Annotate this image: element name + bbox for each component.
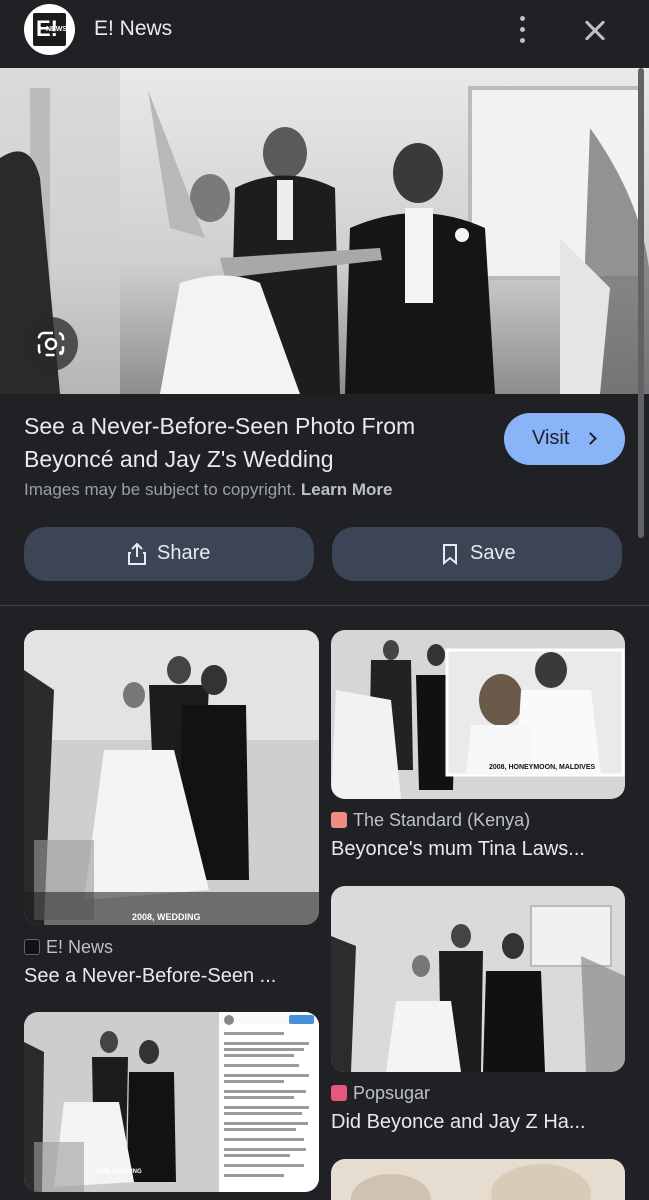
e-news-logo[interactable]: E! NEWS: [24, 4, 75, 55]
related-source[interactable]: The Standard (Kenya): [331, 810, 530, 831]
copyright-notice: Images may be subject to copyright. Lear…: [24, 480, 393, 500]
logo-mark: E! NEWS: [33, 13, 67, 46]
header: E! NEWS E! News: [0, 0, 649, 68]
image-viewer-page: E! NEWS E! News See a Never-Before-Seen …: [0, 0, 649, 1200]
related-photo: [331, 1159, 625, 1200]
result-title[interactable]: See a Never-Before-Seen Photo From Beyon…: [24, 410, 494, 476]
save-label: Save: [470, 542, 516, 564]
related-image[interactable]: [331, 1159, 625, 1200]
scrollbar[interactable]: [638, 68, 644, 538]
lens-search-icon[interactable]: [24, 317, 78, 371]
related-image[interactable]: 2008, WEDDING: [24, 630, 319, 925]
related-image[interactable]: [331, 886, 625, 1072]
chevron-right-icon: [584, 432, 597, 445]
share-button[interactable]: Share: [24, 527, 314, 581]
visit-label: Visit: [532, 427, 570, 449]
related-source[interactable]: Popsugar: [331, 1083, 430, 1104]
more-options-icon[interactable]: [508, 14, 536, 46]
image-overlay-text: 2008, WEDDING: [132, 912, 201, 922]
share-icon: [128, 542, 146, 565]
related-image[interactable]: 2008, HONEYMOON, MALDIVES: [331, 630, 625, 799]
related-photo: [331, 630, 625, 799]
related-photo: [24, 1012, 319, 1192]
source-name: The Standard (Kenya): [353, 810, 531, 830]
divider: [0, 605, 649, 606]
e-news-favicon: [24, 939, 40, 955]
source-name: Popsugar: [353, 1083, 431, 1103]
related-caption[interactable]: See a Never-Before-Seen ...: [24, 965, 276, 988]
related-photo: [331, 886, 625, 1072]
bookmark-icon: [443, 544, 457, 565]
related-photo: [24, 630, 319, 925]
close-icon[interactable]: [578, 14, 612, 48]
save-button[interactable]: Save: [332, 527, 622, 581]
logo-sub: NEWS: [46, 26, 67, 33]
image-overlay-text: 2008, HONEYMOON, MALDIVES: [489, 764, 596, 771]
share-label: Share: [157, 542, 211, 564]
related-caption[interactable]: Did Beyonce and Jay Z Ha...: [331, 1111, 586, 1134]
wedding-photo: [0, 68, 649, 394]
learn-more-link[interactable]: Learn More: [301, 480, 393, 499]
the-standard-favicon: [331, 812, 347, 828]
site-name[interactable]: E! News: [94, 17, 172, 41]
visit-button[interactable]: Visit: [504, 413, 625, 465]
related-image[interactable]: 2008, WEDDING: [24, 1012, 319, 1192]
related-source[interactable]: E! News: [24, 937, 113, 958]
popsugar-favicon: [331, 1085, 347, 1101]
related-caption[interactable]: Beyonce's mum Tina Laws...: [331, 838, 585, 861]
copyright-text: Images may be subject to copyright.: [24, 480, 297, 499]
image-overlay-text: 2008, WEDDING: [96, 1169, 142, 1175]
source-name: E! News: [46, 937, 114, 957]
hero-image[interactable]: [0, 68, 649, 394]
